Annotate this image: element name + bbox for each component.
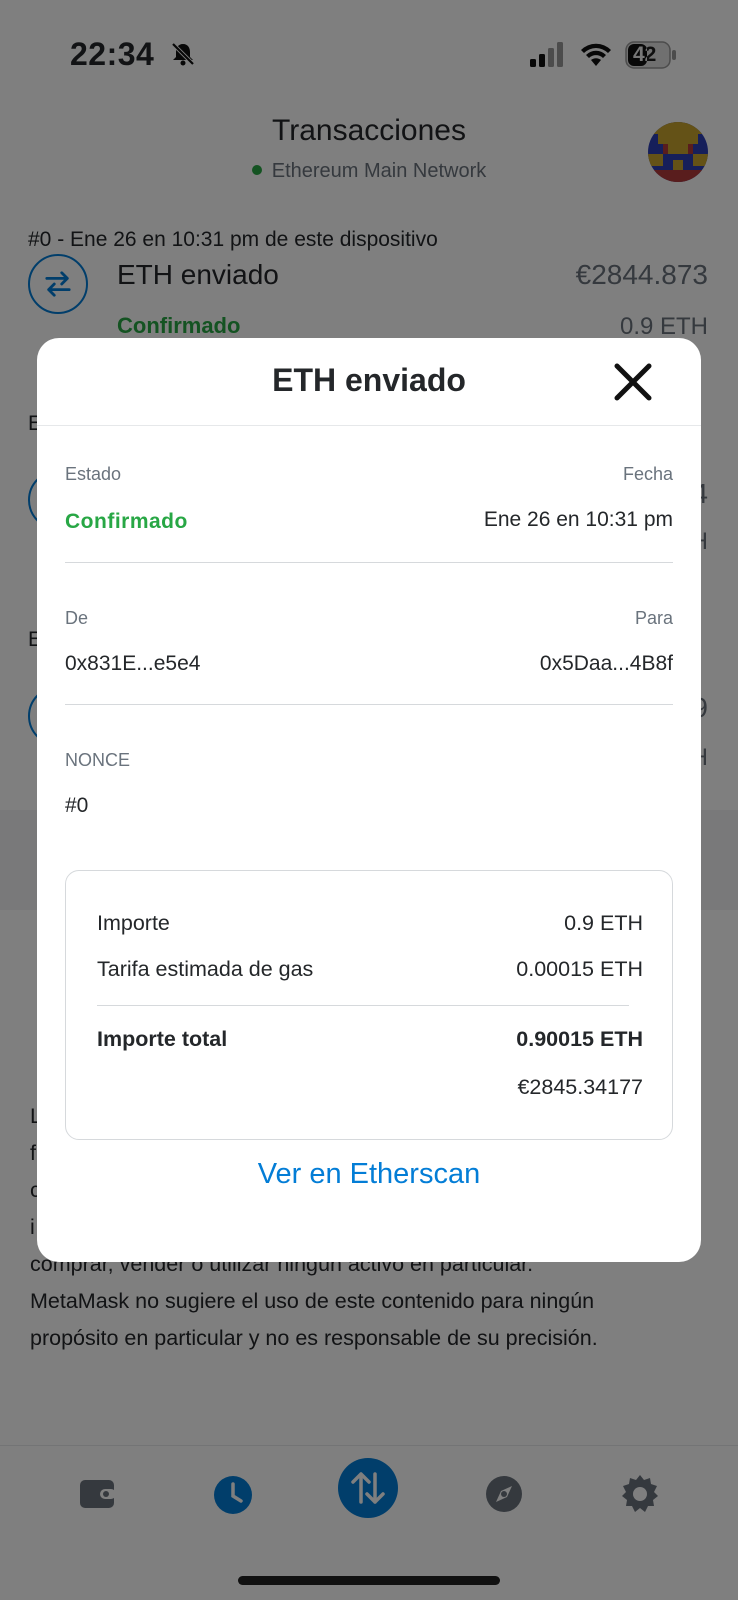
status-value: Confirmado	[65, 510, 188, 533]
amount-row: Importe 0.9 ETH	[97, 911, 643, 936]
close-icon[interactable]	[611, 360, 655, 404]
summary-divider	[97, 1005, 629, 1006]
total-label: Importe total	[97, 1027, 228, 1051]
home-indicator	[238, 1576, 500, 1585]
amount-value: 0.9 ETH	[564, 911, 643, 935]
to-address[interactable]: 0x5Daa...4B8f	[540, 652, 673, 676]
transaction-summary-card: Importe 0.9 ETH Tarifa estimada de gas 0…	[65, 870, 673, 1140]
gas-fee-value: 0.00015 ETH	[516, 957, 643, 981]
divider	[65, 704, 673, 705]
to-label: Para	[634, 608, 673, 628]
date-value: Ene 26 en 10:31 pm	[483, 508, 673, 531]
total-value: 0.90015 ETH	[516, 1027, 643, 1051]
modal-header: ETH enviado	[37, 338, 701, 426]
gas-fee-label: Tarifa estimada de gas	[97, 957, 314, 981]
amount-label: Importe	[97, 911, 170, 935]
date-label: Fecha	[622, 464, 673, 484]
modal-title: ETH enviado	[272, 362, 466, 398]
nonce-label: NONCE	[65, 750, 131, 770]
transaction-details-modal: ETH enviado Estado Fecha Confirmado Ene …	[37, 338, 701, 1262]
view-on-etherscan-link[interactable]: Ver en Etherscan	[37, 1158, 701, 1191]
nonce-value: #0	[65, 794, 89, 817]
from-address[interactable]: 0x831E...e5e4	[65, 652, 200, 676]
total-row: Importe total 0.90015 ETH	[97, 1027, 643, 1052]
status-label: Estado	[65, 464, 122, 484]
divider	[65, 562, 673, 563]
gas-fee-row: Tarifa estimada de gas 0.00015 ETH	[97, 957, 643, 982]
total-fiat-value: €2845.34177	[517, 1075, 643, 1099]
from-label: De	[65, 608, 89, 628]
